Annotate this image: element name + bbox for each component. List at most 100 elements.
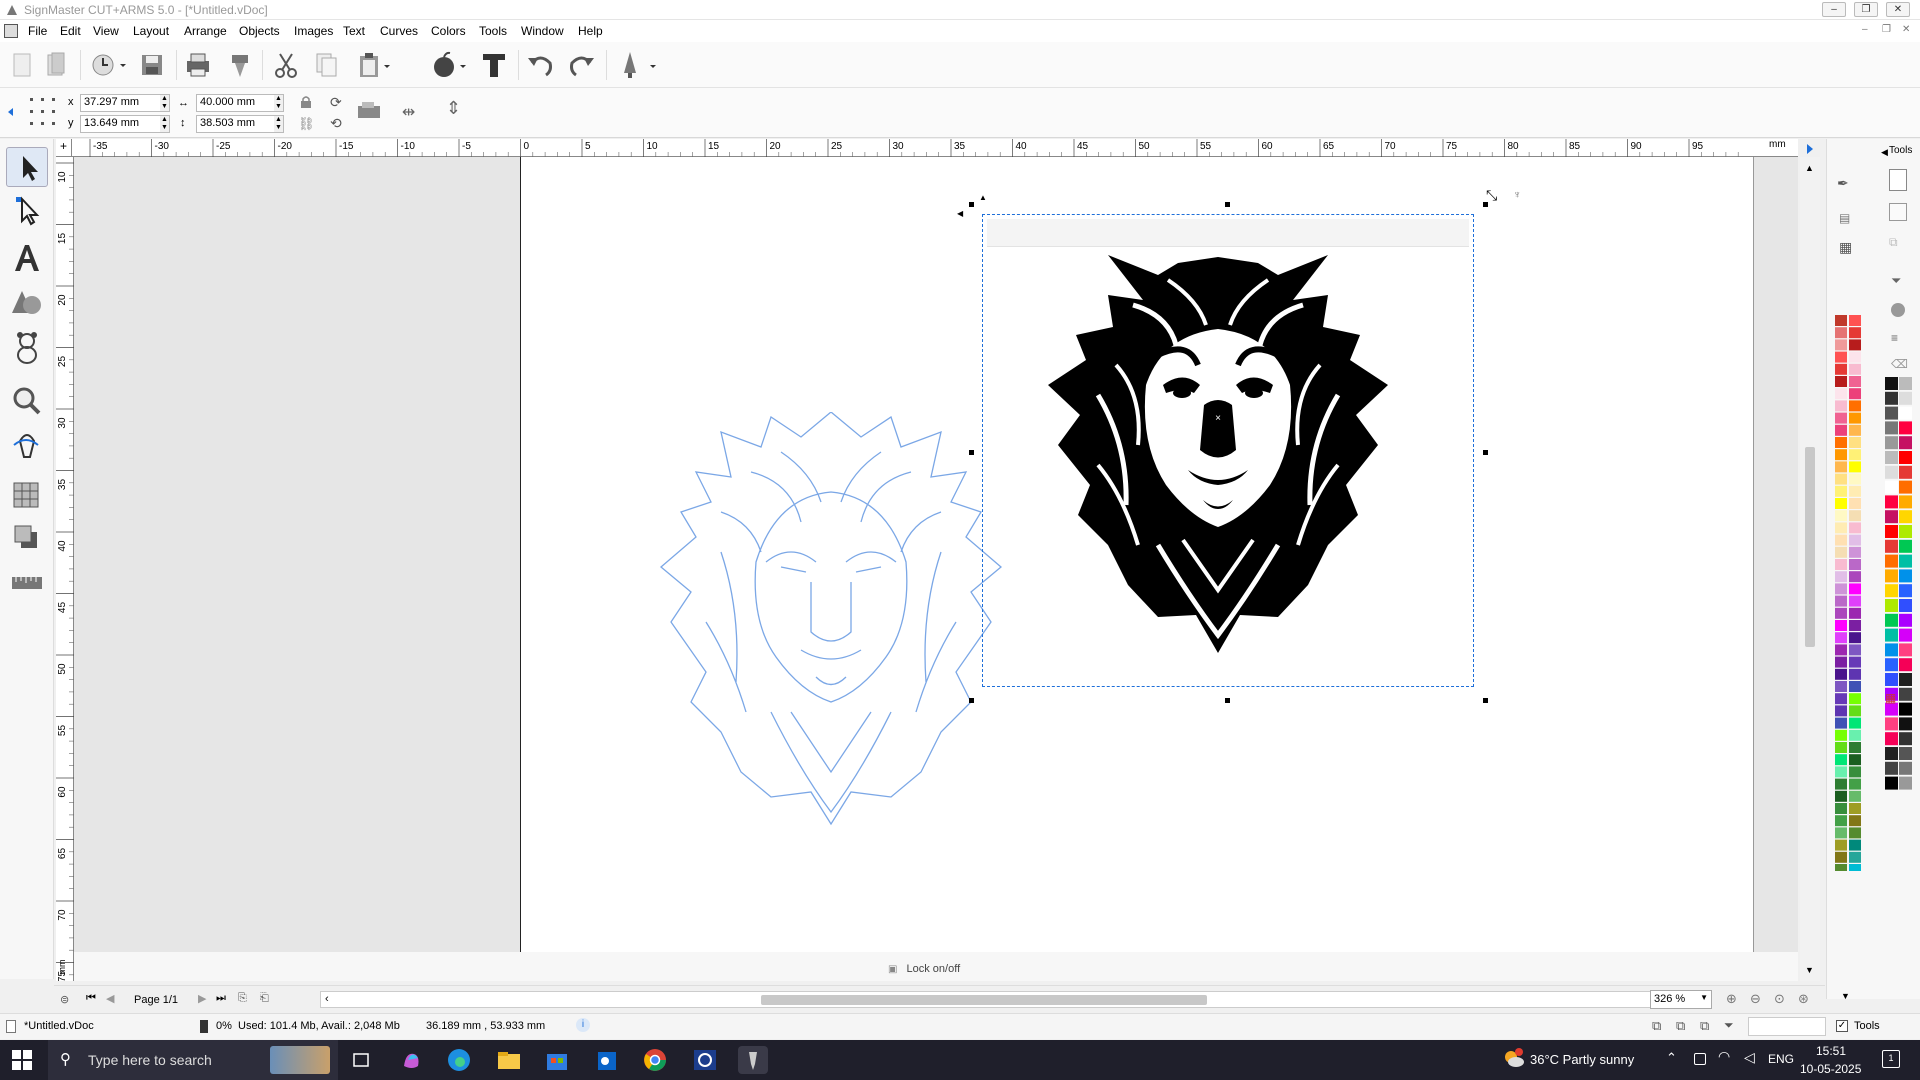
color-swatch[interactable] [1885,761,1898,775]
handle-middle-left[interactable] [969,450,974,455]
color-swatch[interactable] [1899,377,1912,390]
color-swatch[interactable] [1899,613,1912,627]
link-icon[interactable]: ⛓ [298,116,315,132]
color-swatch[interactable] [1835,522,1847,534]
color-swatch[interactable] [1849,363,1861,375]
color-swatch[interactable] [1885,643,1898,657]
recent-button[interactable] [88,49,128,81]
info-icon[interactable]: i [576,1018,590,1032]
menu-text[interactable]: Text [343,24,365,38]
paste-button[interactable] [354,49,394,81]
color-swatch[interactable] [1835,681,1847,692]
color-swatch[interactable] [1899,584,1912,598]
clock-date[interactable]: 10-05-2025 [1800,1062,1861,1076]
refresh-icon[interactable]: ⟲ [330,115,342,132]
color-swatch[interactable] [1899,421,1912,435]
eyedropper-icon[interactable]: ✒ [1837,175,1849,192]
color-swatch[interactable] [1849,449,1861,461]
color-swatch[interactable] [1849,424,1861,436]
snap-guides-icon[interactable]: ⧉ [1700,1018,1709,1034]
color-swatch[interactable] [1835,388,1847,400]
menu-images[interactable]: Images [294,24,333,38]
skew-handle-left[interactable]: ◀ [957,209,963,218]
color-swatch[interactable] [1849,668,1861,680]
color-swatch[interactable] [1835,851,1847,863]
measure-tool[interactable] [6,563,48,603]
color-swatch[interactable] [1849,388,1861,400]
shape-tool[interactable] [6,283,48,323]
color-swatch[interactable] [1835,827,1847,839]
color-swatch[interactable] [1849,620,1861,631]
handle-bottom-middle[interactable] [1225,698,1230,703]
color-swatch[interactable] [1835,766,1847,778]
height-input[interactable]: 38.503 mm [196,115,276,133]
funnel-icon[interactable]: ⏷ [1891,273,1901,289]
color-swatch[interactable] [1899,658,1912,672]
color-swatch[interactable] [1849,559,1861,570]
file-explorer-icon[interactable] [494,1046,524,1074]
color-swatch[interactable] [1899,539,1912,553]
color-swatch[interactable] [1835,754,1847,766]
cut-output-button[interactable] [224,49,256,81]
color-swatch[interactable] [1849,766,1861,778]
palette-scroll-down-icon[interactable]: ▼ [1841,991,1850,1001]
rotate-icon[interactable]: ⟳ [330,94,342,111]
color-swatch[interactable] [1885,658,1898,672]
menu-window[interactable]: Window [521,24,564,38]
snap-grid-icon[interactable]: ⧉ [1652,1018,1661,1034]
color-swatch[interactable] [1885,525,1898,538]
color-swatch[interactable] [1849,851,1861,863]
color-swatch[interactable] [1835,803,1847,814]
handle-bottom-left[interactable] [969,698,974,703]
color-swatch[interactable] [1835,571,1847,583]
color-swatch[interactable] [1849,546,1861,558]
color-swatch[interactable] [1835,424,1847,436]
color-swatch[interactable] [1849,729,1861,741]
pin-icon[interactable]: ♆ [1513,189,1521,201]
text-tool-button[interactable] [478,49,510,81]
copy-panel-icon[interactable]: ⧉ [1889,235,1898,250]
next-page-button[interactable]: ▶ [198,992,206,1005]
print-button[interactable] [182,49,214,81]
close-button[interactable]: ✕ [1886,2,1910,17]
pen-tool[interactable] [6,427,48,467]
clock-time[interactable]: 15:51 [1816,1044,1846,1058]
color-swatch[interactable] [1885,569,1898,583]
flip-horizontal-icon[interactable]: ⇹ [402,102,415,122]
x-position-input[interactable]: 37.297 mm [80,94,162,112]
color-swatch[interactable] [1835,315,1847,326]
color-swatch[interactable] [1885,747,1898,760]
tools-checkbox[interactable]: ✓ [1836,1020,1848,1032]
node-edit-tool[interactable] [6,191,48,231]
color-swatch[interactable] [1885,465,1898,479]
color-swatch[interactable] [1849,742,1861,753]
page-options-icon[interactable]: ⊜ [60,993,69,1006]
redo-button[interactable] [566,49,598,81]
color-swatch[interactable] [1885,613,1898,627]
color-swatch[interactable] [1835,546,1847,558]
flip-vertical-icon[interactable]: ⇕ [446,98,461,119]
horizontal-scrollbar[interactable]: ‹ › [320,991,1696,1008]
color-swatch[interactable] [1835,363,1847,375]
edge-browser-icon[interactable] [444,1046,474,1074]
menu-layout[interactable]: Layout [133,24,169,38]
color-swatch[interactable] [1835,498,1847,509]
last-page-button[interactable]: ⏭ [216,992,226,1005]
tray-expand-icon[interactable]: ⌃ [1666,1050,1677,1066]
color-swatch[interactable] [1899,761,1912,775]
color-swatch[interactable] [1835,656,1847,668]
color-swatch[interactable] [1849,534,1861,546]
menu-colors[interactable]: Colors [431,24,466,38]
color-swatch[interactable] [1849,790,1861,802]
scroll-left-icon[interactable]: ‹ [325,993,329,1005]
color-swatch[interactable] [1885,584,1898,598]
color-swatch[interactable] [1885,539,1898,553]
color-swatch[interactable] [1849,681,1861,692]
chrome-icon[interactable] [640,1046,670,1074]
color-swatch[interactable] [1835,449,1847,461]
color-swatch[interactable] [1849,693,1861,705]
height-spin-arrows[interactable]: ▲ ▼ [274,115,284,133]
color-swatch[interactable] [1835,607,1847,619]
page-canvas[interactable]: × ⤡ ♆ ▲ ◀ ▣ Lock on/off [520,157,1754,976]
menu-file[interactable]: File [28,24,47,38]
